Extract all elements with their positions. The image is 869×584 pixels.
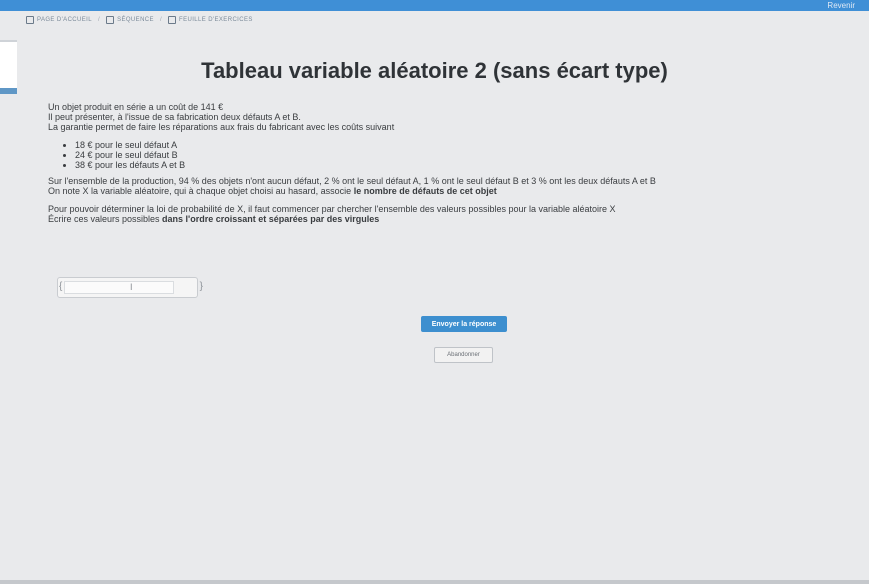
top-bar: Revenir: [0, 0, 869, 11]
stats-line: Sur l'ensemble de la production, 94 % de…: [48, 176, 656, 186]
worksheet-icon: [168, 16, 177, 24]
breadcrumb-label: PAGE D'ACCUEIL: [37, 17, 92, 23]
close-brace: }: [199, 281, 203, 292]
breadcrumb-item-worksheet[interactable]: FEUILLE D'EXERCICES: [168, 16, 253, 24]
breadcrumb-label: SÉQUENCE: [117, 17, 154, 23]
text-cursor-icon: I: [130, 282, 133, 292]
cost-list: 18 € pour le seul défaut A 24 € pour le …: [48, 140, 838, 170]
return-link[interactable]: Revenir: [827, 0, 855, 11]
breadcrumb-separator: /: [159, 17, 163, 23]
question-instruction-text: Écrire ces valeurs possibles: [48, 214, 163, 224]
breadcrumb-label: FEUILLE D'EXERCICES: [179, 17, 253, 23]
question-line: Pour pouvoir déterminer la loi de probab…: [48, 204, 616, 214]
question-instruction-bold: dans l'ordre croissant et séparées par d…: [162, 214, 380, 224]
variable-definition-text: On note X la variable aléatoire, qui à c…: [48, 186, 354, 196]
submit-answer-button[interactable]: Envoyer la réponse: [421, 316, 507, 332]
variable-definition: On note X la variable aléatoire, qui à c…: [48, 186, 838, 196]
side-panel-indicator: [0, 88, 17, 94]
sequence-icon: [106, 16, 115, 24]
page-title: Tableau variable aléatoire 2 (sans écart…: [201, 58, 668, 83]
cost-item: 38 € pour les défauts A et B: [75, 160, 838, 170]
variable-definition-bold: le nombre de défauts de cet objet: [353, 186, 497, 196]
breadcrumb-item-sequence[interactable]: SÉQUENCE: [106, 16, 154, 24]
exercise-statement: Un objet produit en série a un coût de 1…: [48, 102, 838, 224]
open-brace: {: [59, 281, 63, 292]
bottom-edge: [0, 580, 869, 584]
cost-item: 18 € pour le seul défaut A: [75, 140, 838, 150]
cost-item: 24 € pour le seul défaut B: [75, 150, 838, 160]
intro-line: Un objet produit en série a un coût de 1…: [48, 102, 224, 112]
intro-line: La garantie permet de faire les réparati…: [48, 122, 395, 132]
breadcrumb-item-home[interactable]: PAGE D'ACCUEIL: [26, 16, 92, 24]
answer-input[interactable]: [64, 281, 174, 294]
abandon-button[interactable]: Abandonner: [434, 347, 493, 363]
home-icon: [26, 16, 34, 24]
breadcrumb-separator: /: [97, 17, 101, 23]
breadcrumb: PAGE D'ACCUEIL / SÉQUENCE / FEUILLE D'EX…: [26, 13, 253, 27]
answer-input-container[interactable]: { I }: [57, 277, 203, 298]
question-instruction: Écrire ces valeurs possibles dans l'ordr…: [48, 214, 838, 224]
intro-line: Il peut présenter, à l'issue de sa fabri…: [48, 112, 301, 122]
